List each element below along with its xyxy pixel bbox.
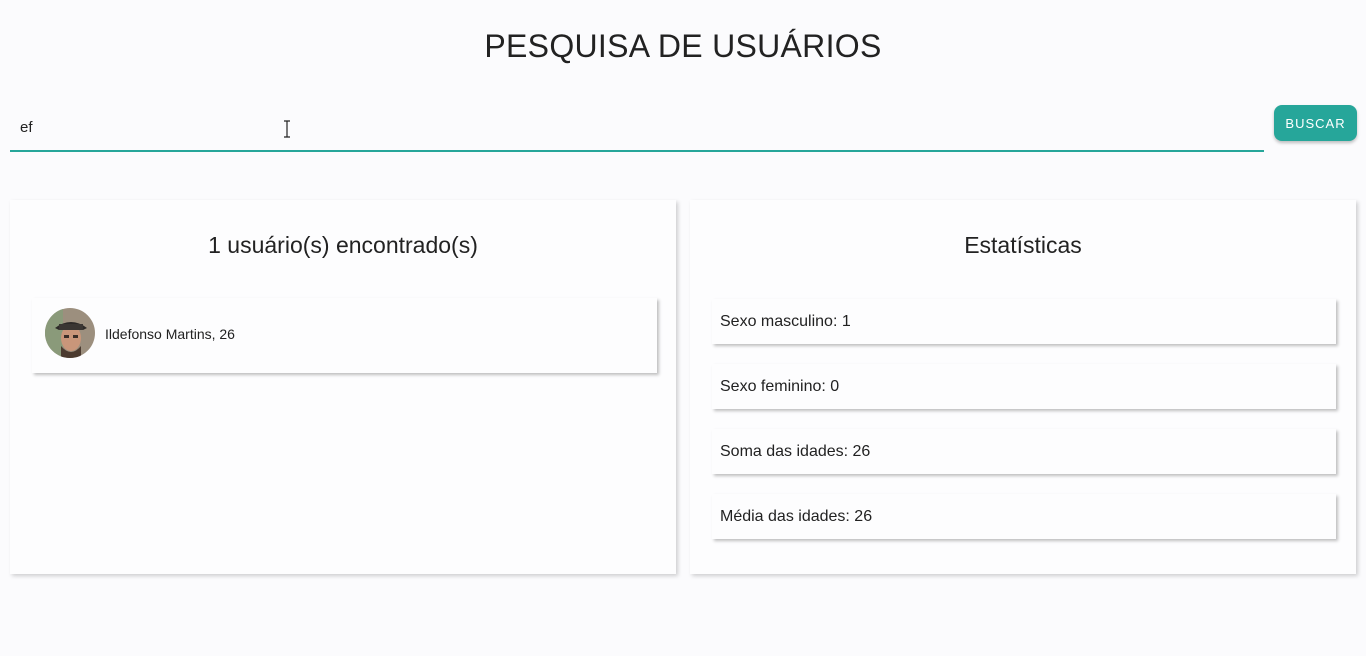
results-title: 1 usuário(s) encontrado(s) xyxy=(208,232,478,258)
search-input[interactable] xyxy=(10,104,1264,152)
stat-male-count: Sexo masculino: 1 xyxy=(712,299,1336,344)
stat-female-count: Sexo feminino: 0 xyxy=(712,364,1336,409)
stat-age-sum: Soma das idades: 26 xyxy=(712,429,1336,474)
search-bar: BUSCAR xyxy=(10,104,1357,154)
stats-title: Estatísticas xyxy=(964,232,1082,258)
user-card[interactable]: Ildefonso Martins, 26 xyxy=(32,298,657,373)
user-name: Ildefonso Martins, 26 xyxy=(105,326,235,342)
stat-age-average: Média das idades: 26 xyxy=(712,494,1336,539)
stat-label: Sexo masculino: 1 xyxy=(720,313,851,330)
stat-label: Sexo feminino: 0 xyxy=(720,378,840,395)
page-title: PESQUISA DE USUÁRIOS xyxy=(484,28,882,64)
stat-label: Média das idades: 26 xyxy=(720,508,873,525)
avatar xyxy=(45,308,95,358)
text-cursor-icon xyxy=(284,120,290,138)
stat-label: Soma das idades: 26 xyxy=(720,443,871,460)
stats-panel: Estatísticas Sexo masculino: 1 Sexo femi… xyxy=(690,200,1356,574)
user-avatar-icon xyxy=(45,308,95,358)
users-panel: 1 usuário(s) encontrado(s) Ildefonso Mar… xyxy=(10,200,676,574)
search-button[interactable]: BUSCAR xyxy=(1274,105,1357,141)
